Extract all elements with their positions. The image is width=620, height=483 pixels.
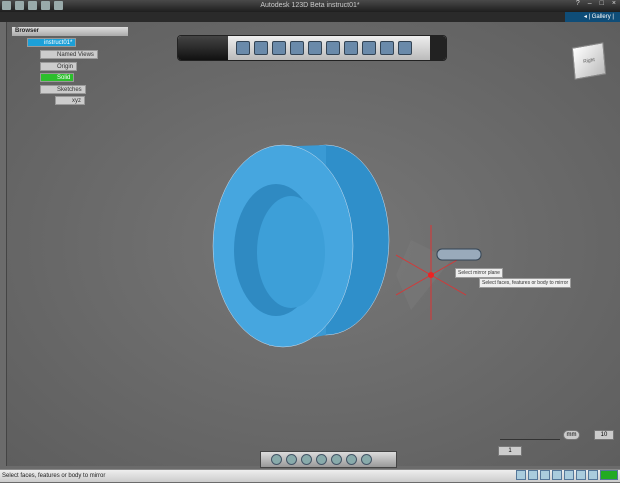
undo-icon[interactable] xyxy=(54,1,63,10)
help-icon[interactable]: ? xyxy=(576,0,580,7)
unit-button[interactable]: mm xyxy=(563,430,580,440)
primitives-icon[interactable] xyxy=(254,41,268,55)
group-icon[interactable] xyxy=(326,41,340,55)
tooltip-mirror-bodies: Select faces, features or body to mirror xyxy=(479,278,572,288)
fit-icon[interactable] xyxy=(316,454,327,465)
sketch-icon[interactable] xyxy=(236,41,250,55)
new-icon[interactable] xyxy=(15,1,24,10)
shade-icon[interactable] xyxy=(564,470,574,480)
pan-icon[interactable] xyxy=(286,454,297,465)
measure-icon[interactable] xyxy=(362,41,376,55)
tree-node-sketches[interactable]: Sketches xyxy=(40,85,86,94)
part-hole-inner xyxy=(257,196,325,308)
ribbon xyxy=(0,12,620,22)
zoom-icon[interactable] xyxy=(301,454,312,465)
display-icon[interactable] xyxy=(346,454,357,465)
modify-icon[interactable] xyxy=(290,41,304,55)
origin-point[interactable] xyxy=(428,272,434,278)
app-logo xyxy=(178,36,228,60)
status-icons xyxy=(516,470,618,480)
browser-title: Browser xyxy=(15,28,40,34)
status-text: Select faces, features or body to mirror xyxy=(2,473,106,479)
search-icon[interactable] xyxy=(361,454,372,465)
window-controls: ? – □ × xyxy=(576,0,616,7)
maximize-button[interactable]: □ xyxy=(600,0,604,7)
orbit-icon[interactable] xyxy=(271,454,282,465)
views-icon[interactable] xyxy=(331,454,342,465)
combine-icon[interactable] xyxy=(344,41,358,55)
grid-icon[interactable] xyxy=(516,470,526,480)
tooltip-mirror-plane: Select mirror plane xyxy=(455,268,503,278)
app-menu-icon[interactable] xyxy=(2,1,11,10)
tree-node-solid[interactable]: Solid xyxy=(40,73,75,82)
scale-ruler[interactable] xyxy=(500,430,560,440)
tree-node-origin[interactable]: Origin xyxy=(40,62,78,71)
mesh-icon[interactable] xyxy=(576,470,586,480)
navigation-bar xyxy=(260,451,397,468)
layout-icon[interactable] xyxy=(552,470,562,480)
scale-right-field[interactable]: 10 xyxy=(594,430,614,440)
camera-icon[interactable] xyxy=(588,470,598,480)
tree-node-sketch[interactable]: xyz xyxy=(55,96,85,105)
open-icon[interactable] xyxy=(28,1,37,10)
material-icon[interactable] xyxy=(398,41,412,55)
window-title: Autodesk 123D Beta instruct01* xyxy=(260,2,360,9)
toolbar-end xyxy=(430,36,446,60)
view-cube[interactable]: Right xyxy=(571,42,607,80)
pattern-icon[interactable] xyxy=(308,41,322,55)
mirror-minitoolbar[interactable] xyxy=(436,248,482,261)
main-toolbar xyxy=(177,35,447,61)
minimize-button[interactable]: – xyxy=(588,0,592,7)
close-button[interactable]: × xyxy=(612,0,616,7)
3d-viewport[interactable] xyxy=(6,22,620,466)
scale-left-field[interactable]: 1 xyxy=(498,446,522,456)
3d-print-icon[interactable] xyxy=(380,41,394,55)
view-cube-face-label[interactable]: Right xyxy=(583,57,595,65)
print-icon[interactable] xyxy=(540,470,550,480)
browser-panel-header: Browser xyxy=(12,27,128,36)
tree-node-named-views[interactable]: Named Views xyxy=(40,50,98,59)
save-icon[interactable] xyxy=(41,1,50,10)
performance-icon xyxy=(600,470,618,480)
quick-access-toolbar xyxy=(2,1,63,10)
tree-node-root[interactable]: instruct01* xyxy=(27,38,77,47)
construct-icon[interactable] xyxy=(272,41,286,55)
model-canvas xyxy=(212,144,482,348)
title-bar: Autodesk 123D Beta instruct01* xyxy=(0,0,620,12)
gallery-button[interactable]: ◂ | Gallery | xyxy=(565,12,620,22)
snap-icon[interactable] xyxy=(528,470,538,480)
